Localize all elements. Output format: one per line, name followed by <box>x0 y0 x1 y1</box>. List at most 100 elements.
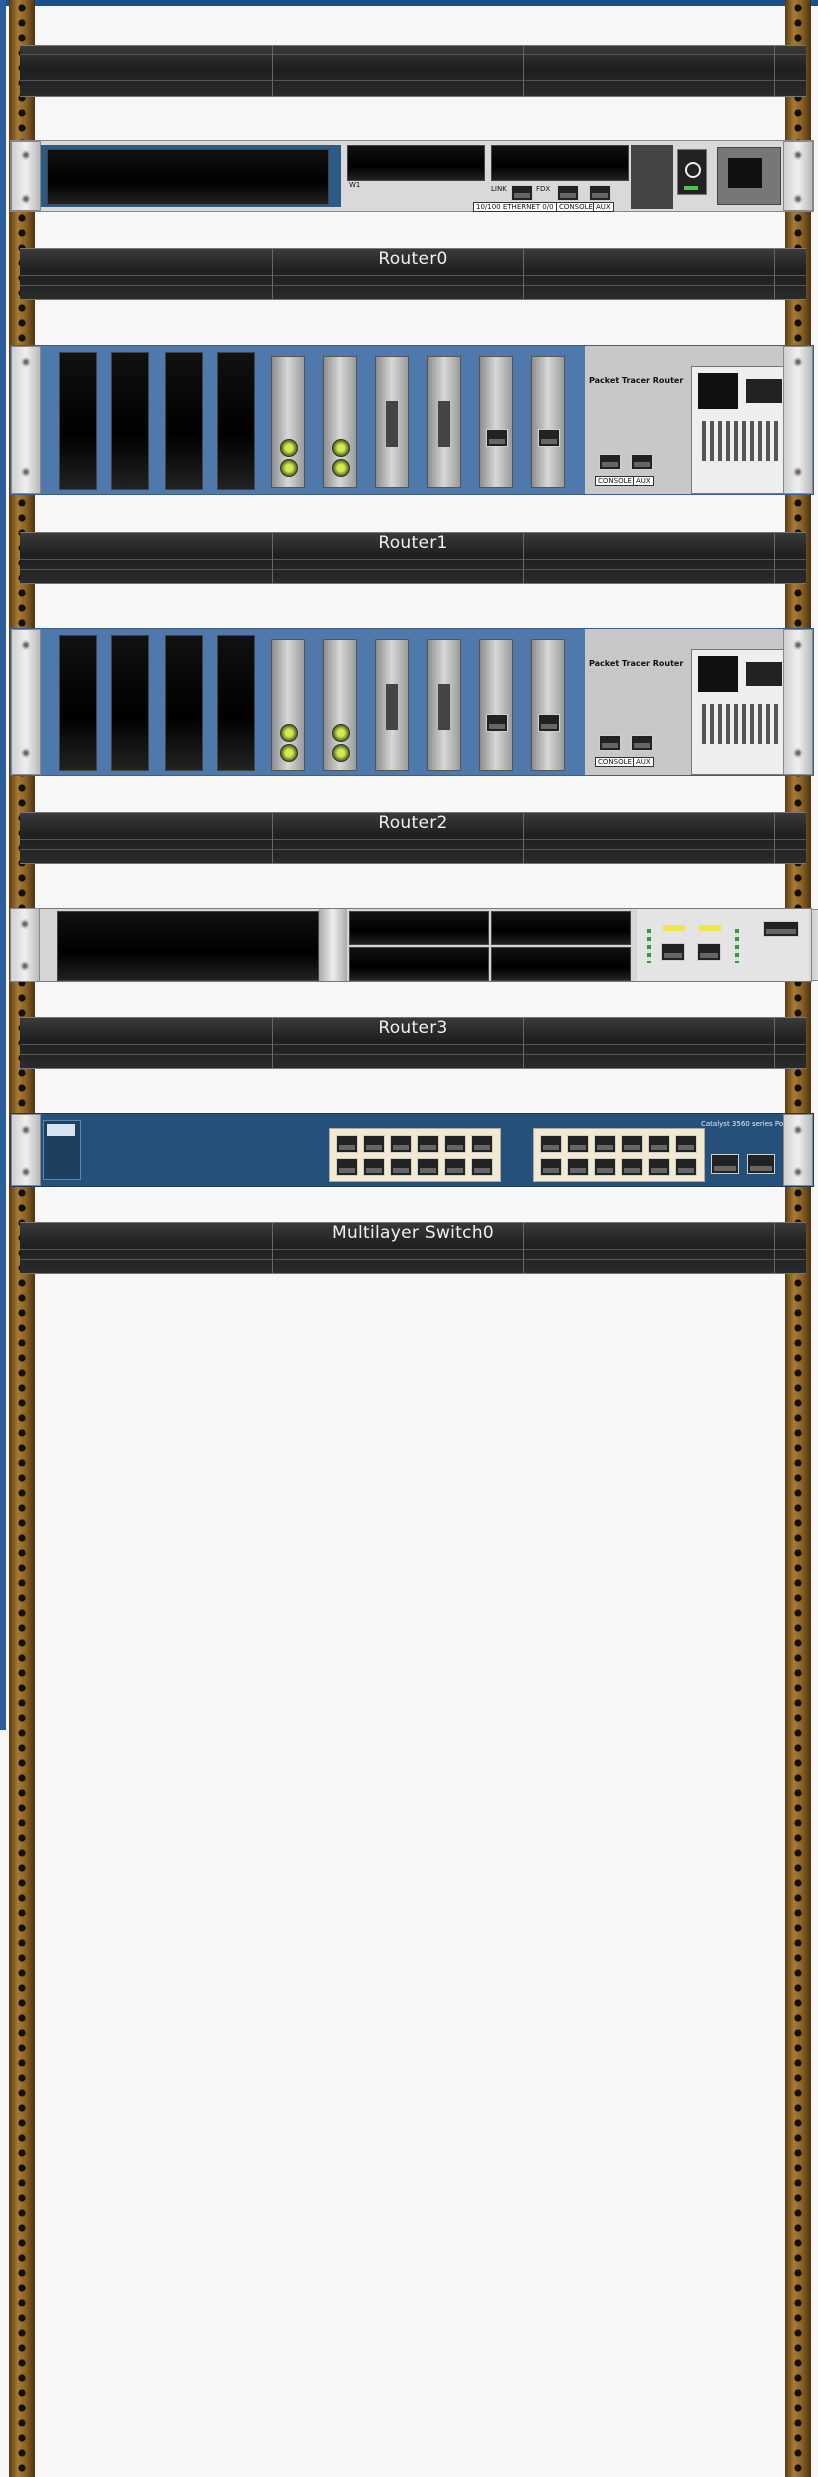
ethernet-port-2[interactable] <box>697 943 721 961</box>
console-port-label: CONSOLE <box>556 202 596 212</box>
switch-port[interactable] <box>648 1158 670 1176</box>
router2-device[interactable]: Packet Tracer Router CONSOLE AUX <box>10 628 814 776</box>
rail-hole <box>794 1429 802 1437</box>
shelf-label-router3[interactable]: Router3 <box>20 1018 806 1038</box>
switch-port[interactable] <box>390 1158 412 1176</box>
serial-module-2[interactable] <box>427 356 461 488</box>
router1-device[interactable]: Packet Tracer Router CONSOLE AUX <box>10 345 814 495</box>
rack-ear-right <box>783 629 813 775</box>
switch-port[interactable] <box>336 1135 358 1153</box>
aux-port[interactable] <box>589 185 611 201</box>
switch-port[interactable] <box>675 1158 697 1176</box>
rail-hole <box>794 1099 802 1107</box>
switch-port[interactable] <box>621 1135 643 1153</box>
switch-port[interactable] <box>540 1158 562 1176</box>
rail-hole <box>18 1969 26 1977</box>
switch-port[interactable] <box>471 1135 493 1153</box>
router3-device[interactable] <box>32 908 818 982</box>
rail-hole <box>794 2374 802 2382</box>
rail-hole <box>18 1519 26 1527</box>
switch-port[interactable] <box>363 1135 385 1153</box>
router3-slot-3[interactable] <box>349 947 489 981</box>
switch-port[interactable] <box>567 1135 589 1153</box>
switch-status-panel <box>43 1120 81 1180</box>
rail-hole <box>18 4 26 12</box>
rail-hole <box>794 784 802 792</box>
router0-device[interactable]: W1 LINK FDX 10/100 ETHERNET 0/0 CONSOLE … <box>10 140 814 212</box>
switch-port[interactable] <box>336 1158 358 1176</box>
power-switch[interactable] <box>746 379 782 403</box>
rail-hole <box>18 2374 26 2382</box>
serial-module-1[interactable] <box>375 639 409 771</box>
switch-port[interactable] <box>648 1135 670 1153</box>
uplink-port-1[interactable] <box>711 1154 739 1174</box>
router3-slot-2[interactable] <box>491 911 631 945</box>
switch-port[interactable] <box>363 1158 385 1176</box>
shelf-label-router2[interactable]: Router2 <box>20 813 806 833</box>
rail-hole <box>18 2209 26 2217</box>
console-port[interactable] <box>599 735 621 751</box>
fiber-module-2[interactable] <box>323 639 357 771</box>
switch-port[interactable] <box>540 1135 562 1153</box>
rail-hole <box>18 2434 26 2442</box>
switch-port[interactable] <box>594 1158 616 1176</box>
switch-port[interactable] <box>567 1158 589 1176</box>
console-port[interactable] <box>557 185 579 201</box>
fiber-module-1[interactable] <box>271 356 305 488</box>
rail-hole <box>794 1009 802 1017</box>
aux-label: AUX <box>633 757 654 767</box>
router0-slot-right[interactable] <box>491 145 629 181</box>
router0-slot-left[interactable] <box>347 145 485 181</box>
shelf-label-switch0[interactable]: Multilayer Switch0 <box>20 1223 806 1243</box>
power-switch[interactable] <box>746 662 782 686</box>
rail-hole <box>794 2104 802 2112</box>
switch-port[interactable] <box>621 1158 643 1176</box>
rail-hole <box>18 1309 26 1317</box>
uplink-port-2[interactable] <box>747 1154 775 1174</box>
rail-hole <box>794 2029 802 2037</box>
rack-ear-left <box>11 629 41 775</box>
rail-hole <box>18 1069 26 1077</box>
aux-port[interactable] <box>631 454 653 470</box>
rail-hole <box>18 1879 26 1887</box>
rail-hole <box>794 2269 802 2277</box>
rail-hole <box>794 2149 802 2157</box>
switch-port[interactable] <box>417 1158 439 1176</box>
rail-hole <box>794 2404 802 2412</box>
shelf-label-router1[interactable]: Router1 <box>20 533 806 553</box>
ethernet-port[interactable] <box>511 185 533 201</box>
console-label: CONSOLE <box>595 757 635 767</box>
ethernet-module-2[interactable] <box>531 639 565 771</box>
ethernet-module-1[interactable] <box>479 356 513 488</box>
shelf-label-router0[interactable]: Router0 <box>20 249 806 269</box>
ethernet-port-1[interactable] <box>661 943 685 961</box>
ethernet-module-1[interactable] <box>479 639 513 771</box>
rail-hole <box>794 2239 802 2247</box>
fiber-module-1[interactable] <box>271 639 305 771</box>
console-port[interactable] <box>599 454 621 470</box>
rail-hole <box>18 1294 26 1302</box>
switch-port[interactable] <box>675 1135 697 1153</box>
power-switch[interactable] <box>677 149 707 195</box>
switch-port[interactable] <box>594 1135 616 1153</box>
console-port[interactable] <box>763 921 799 937</box>
rack-shelf-3: Router1 <box>20 532 806 584</box>
switch-port[interactable] <box>390 1135 412 1153</box>
rack-ear-right <box>811 909 818 981</box>
aux-port[interactable] <box>631 735 653 751</box>
fiber-module-2[interactable] <box>323 356 357 488</box>
serial-module-1[interactable] <box>375 356 409 488</box>
switch-port[interactable] <box>444 1135 466 1153</box>
router3-slot-1[interactable] <box>349 911 489 945</box>
switch-port[interactable] <box>471 1158 493 1176</box>
router3-slot-4[interactable] <box>491 947 631 981</box>
rail-hole <box>18 589 26 597</box>
switch-port[interactable] <box>417 1135 439 1153</box>
serial-module-2[interactable] <box>427 639 461 771</box>
switch-port[interactable] <box>444 1158 466 1176</box>
rail-hole <box>18 2179 26 2187</box>
ethernet-module-2[interactable] <box>531 356 565 488</box>
rail-hole <box>794 2074 802 2082</box>
rail-hole <box>18 1999 26 2007</box>
switch0-device[interactable]: Catalyst 3560 series PoE-24 <box>10 1113 814 1187</box>
